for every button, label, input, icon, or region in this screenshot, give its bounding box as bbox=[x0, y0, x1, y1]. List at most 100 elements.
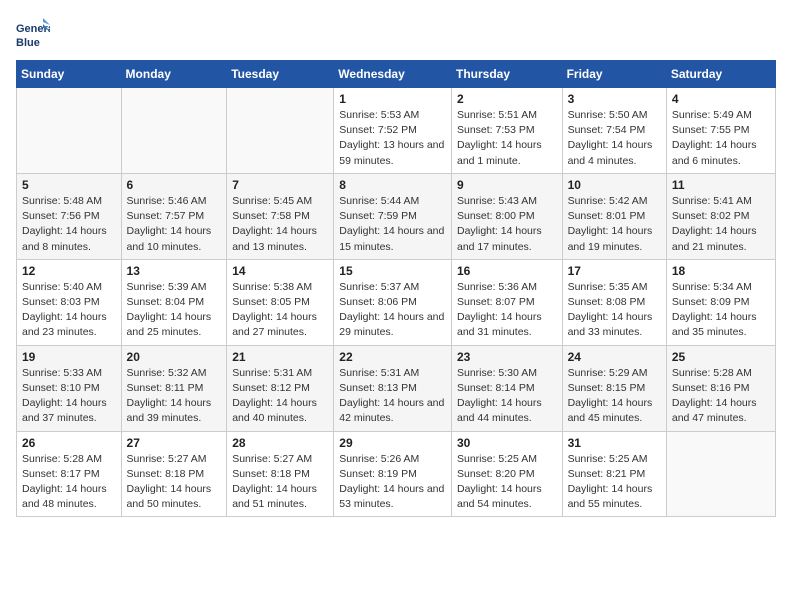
day-info: Sunrise: 5:28 AMSunset: 8:17 PMDaylight:… bbox=[22, 452, 116, 513]
day-info: Sunrise: 5:28 AMSunset: 8:16 PMDaylight:… bbox=[672, 366, 770, 427]
sunset-text: Sunset: 8:09 PM bbox=[672, 295, 770, 310]
calendar-cell: 7Sunrise: 5:45 AMSunset: 7:58 PMDaylight… bbox=[227, 173, 334, 259]
sunrise-text: Sunrise: 5:40 AM bbox=[22, 280, 116, 295]
sunset-text: Sunset: 8:13 PM bbox=[339, 381, 446, 396]
day-info: Sunrise: 5:45 AMSunset: 7:58 PMDaylight:… bbox=[232, 194, 328, 255]
sunset-text: Sunset: 8:16 PM bbox=[672, 381, 770, 396]
calendar-cell: 27Sunrise: 5:27 AMSunset: 8:18 PMDayligh… bbox=[121, 431, 227, 517]
sunset-text: Sunset: 8:14 PM bbox=[457, 381, 557, 396]
day-number: 1 bbox=[339, 92, 446, 106]
sunset-text: Sunset: 8:11 PM bbox=[127, 381, 222, 396]
sunset-text: Sunset: 8:17 PM bbox=[22, 467, 116, 482]
day-number: 13 bbox=[127, 264, 222, 278]
day-number: 5 bbox=[22, 178, 116, 192]
sunrise-text: Sunrise: 5:44 AM bbox=[339, 194, 446, 209]
day-info: Sunrise: 5:36 AMSunset: 8:07 PMDaylight:… bbox=[457, 280, 557, 341]
daylight-text: Daylight: 14 hours and 10 minutes. bbox=[127, 224, 222, 254]
daylight-text: Daylight: 14 hours and 54 minutes. bbox=[457, 482, 557, 512]
daylight-text: Daylight: 14 hours and 31 minutes. bbox=[457, 310, 557, 340]
day-number: 18 bbox=[672, 264, 770, 278]
sunset-text: Sunset: 8:20 PM bbox=[457, 467, 557, 482]
day-info: Sunrise: 5:39 AMSunset: 8:04 PMDaylight:… bbox=[127, 280, 222, 341]
daylight-text: Daylight: 14 hours and 35 minutes. bbox=[672, 310, 770, 340]
calendar-cell: 24Sunrise: 5:29 AMSunset: 8:15 PMDayligh… bbox=[562, 345, 666, 431]
calendar-cell bbox=[227, 88, 334, 174]
daylight-text: Daylight: 14 hours and 42 minutes. bbox=[339, 396, 446, 426]
day-info: Sunrise: 5:31 AMSunset: 8:12 PMDaylight:… bbox=[232, 366, 328, 427]
day-number: 19 bbox=[22, 350, 116, 364]
calendar-week-5: 26Sunrise: 5:28 AMSunset: 8:17 PMDayligh… bbox=[17, 431, 776, 517]
sunrise-text: Sunrise: 5:34 AM bbox=[672, 280, 770, 295]
day-number: 2 bbox=[457, 92, 557, 106]
daylight-text: Daylight: 14 hours and 33 minutes. bbox=[568, 310, 661, 340]
calendar-week-2: 5Sunrise: 5:48 AMSunset: 7:56 PMDaylight… bbox=[17, 173, 776, 259]
calendar-cell: 26Sunrise: 5:28 AMSunset: 8:17 PMDayligh… bbox=[17, 431, 122, 517]
day-number: 15 bbox=[339, 264, 446, 278]
sunset-text: Sunset: 8:21 PM bbox=[568, 467, 661, 482]
daylight-text: Daylight: 14 hours and 45 minutes. bbox=[568, 396, 661, 426]
daylight-text: Daylight: 14 hours and 29 minutes. bbox=[339, 310, 446, 340]
daylight-text: Daylight: 14 hours and 1 minute. bbox=[457, 138, 557, 168]
calendar-cell: 22 Sunrise: 5:31 AMSunset: 8:13 PMDayligh… bbox=[334, 345, 452, 431]
calendar-cell: 12Sunrise: 5:40 AMSunset: 8:03 PMDayligh… bbox=[17, 259, 122, 345]
header-tuesday: Tuesday bbox=[227, 61, 334, 88]
daylight-text: Daylight: 13 hours and 59 minutes. bbox=[339, 138, 446, 168]
calendar-cell: 8Sunrise: 5:44 AMSunset: 7:59 PMDaylight… bbox=[334, 173, 452, 259]
sunset-text: Sunset: 8:04 PM bbox=[127, 295, 222, 310]
calendar-cell: 30 Sunrise: 5:25 AMSunset: 8:20 PMDayligh… bbox=[451, 431, 562, 517]
day-info: Sunrise: 5:32 AMSunset: 8:11 PMDaylight:… bbox=[127, 366, 222, 427]
calendar-cell: 1Sunrise: 5:53 AMSunset: 7:52 PMDaylight… bbox=[334, 88, 452, 174]
sunrise-text: Sunrise: 5:32 AM bbox=[127, 366, 222, 381]
day-number: 4 bbox=[672, 92, 770, 106]
header-thursday: Thursday bbox=[451, 61, 562, 88]
daylight-text: Daylight: 14 hours and 51 minutes. bbox=[232, 482, 328, 512]
calendar-cell: 3Sunrise: 5:50 AMSunset: 7:54 PMDaylight… bbox=[562, 88, 666, 174]
sunrise-text: Sunrise: 5:33 AM bbox=[22, 366, 116, 381]
day-number: 29 bbox=[339, 436, 446, 450]
daylight-text: Daylight: 14 hours and 19 minutes. bbox=[568, 224, 661, 254]
sunset-text: Sunset: 8:01 PM bbox=[568, 209, 661, 224]
calendar-cell: 18 Sunrise: 5:34 AMSunset: 8:09 PMDayligh… bbox=[666, 259, 775, 345]
calendar-cell: 17Sunrise: 5:35 AMSunset: 8:08 PMDayligh… bbox=[562, 259, 666, 345]
day-info: Sunrise: 5:43 AMSunset: 8:00 PMDaylight:… bbox=[457, 194, 557, 255]
day-number: 25 bbox=[672, 350, 770, 364]
sunset-text: Sunset: 7:57 PM bbox=[127, 209, 222, 224]
sunrise-text: Sunrise: 5:25 AM bbox=[457, 452, 557, 467]
daylight-text: Daylight: 14 hours and 13 minutes. bbox=[232, 224, 328, 254]
logo: General Blue bbox=[16, 16, 50, 52]
sunrise-text: Sunrise: 5:28 AM bbox=[22, 452, 116, 467]
header-saturday: Saturday bbox=[666, 61, 775, 88]
sunrise-text: Sunrise: 5:51 AM bbox=[457, 108, 557, 123]
header-sunday: Sunday bbox=[17, 61, 122, 88]
header-friday: Friday bbox=[562, 61, 666, 88]
svg-text:General: General bbox=[16, 23, 50, 35]
calendar-cell: 31Sunrise: 5:25 AMSunset: 8:21 PMDayligh… bbox=[562, 431, 666, 517]
sunrise-text: Sunrise: 5:49 AM bbox=[672, 108, 770, 123]
sunrise-text: Sunrise: 5:45 AM bbox=[232, 194, 328, 209]
day-number: 22 bbox=[339, 350, 446, 364]
calendar-cell: 29Sunrise: 5:26 AMSunset: 8:19 PMDayligh… bbox=[334, 431, 452, 517]
day-info: Sunrise: 5:27 AMSunset: 8:18 PMDaylight:… bbox=[127, 452, 222, 513]
sunset-text: Sunset: 7:53 PM bbox=[457, 123, 557, 138]
sunset-text: Sunset: 7:56 PM bbox=[22, 209, 116, 224]
calendar-week-4: 19Sunrise: 5:33 AMSunset: 8:10 PMDayligh… bbox=[17, 345, 776, 431]
sunrise-text: Sunrise: 5:26 AM bbox=[339, 452, 446, 467]
sunset-text: Sunset: 8:18 PM bbox=[127, 467, 222, 482]
day-info: Sunrise: 5:31 AMSunset: 8:13 PMDaylight:… bbox=[339, 366, 446, 427]
header-wednesday: Wednesday bbox=[334, 61, 452, 88]
daylight-text: Daylight: 14 hours and 17 minutes. bbox=[457, 224, 557, 254]
day-info: Sunrise: 5:42 AMSunset: 8:01 PMDaylight:… bbox=[568, 194, 661, 255]
daylight-text: Daylight: 14 hours and 6 minutes. bbox=[672, 138, 770, 168]
sunset-text: Sunset: 8:06 PM bbox=[339, 295, 446, 310]
sunrise-text: Sunrise: 5:48 AM bbox=[22, 194, 116, 209]
day-number: 30 bbox=[457, 436, 557, 450]
day-info: Sunrise: 5:25 AMSunset: 8:21 PMDaylight:… bbox=[568, 452, 661, 513]
calendar-cell: 2 Sunrise: 5:51 AMSunset: 7:53 PMDaylight… bbox=[451, 88, 562, 174]
sunset-text: Sunset: 8:05 PM bbox=[232, 295, 328, 310]
day-info: Sunrise: 5:41 AMSunset: 8:02 PMDaylight:… bbox=[672, 194, 770, 255]
sunset-text: Sunset: 7:59 PM bbox=[339, 209, 446, 224]
day-number: 20 bbox=[127, 350, 222, 364]
calendar-cell: 14Sunrise: 5:38 AMSunset: 8:05 PMDayligh… bbox=[227, 259, 334, 345]
daylight-text: Daylight: 14 hours and 8 minutes. bbox=[22, 224, 116, 254]
day-number: 6 bbox=[127, 178, 222, 192]
